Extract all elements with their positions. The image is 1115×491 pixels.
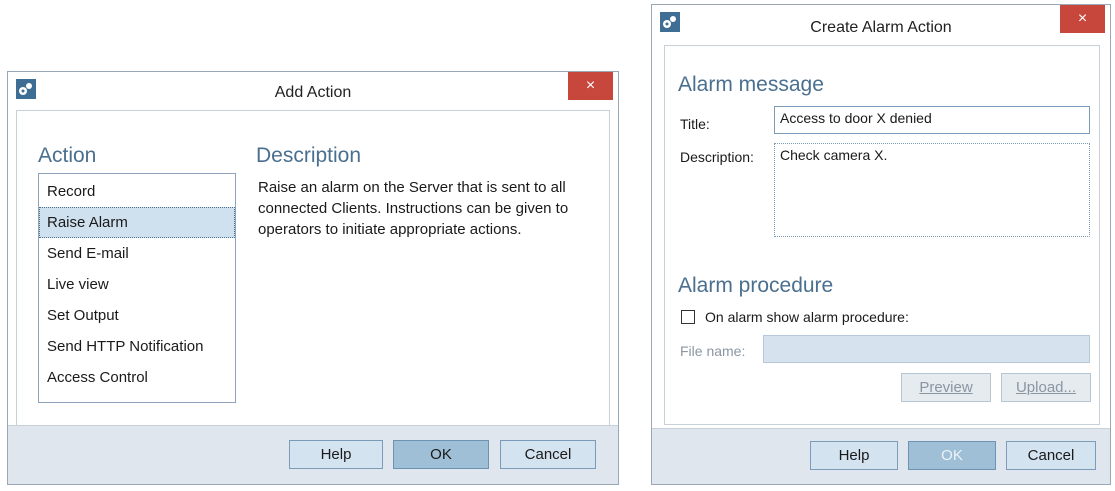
create-alarm-title: Create Alarm Action [810, 19, 952, 36]
list-item-access-control[interactable]: Access Control [39, 362, 235, 393]
action-list[interactable]: Record Raise Alarm Send E-mail Live view… [38, 173, 236, 403]
title-input[interactable]: Access to door X denied [774, 106, 1090, 134]
list-item-send-http-notification[interactable]: Send HTTP Notification [39, 331, 235, 362]
close-button[interactable]: × [1060, 5, 1105, 33]
ok-button[interactable]: OK [393, 440, 489, 469]
add-action-title: Add Action [274, 84, 352, 101]
create-alarm-titlebar: Create Alarm Action × [652, 5, 1110, 43]
description-heading: Description [256, 144, 362, 167]
close-button[interactable]: × [568, 72, 613, 100]
create-alarm-footer: Help OK Cancel [652, 428, 1110, 484]
description-input[interactable]: Check camera X. [774, 143, 1090, 237]
list-item-send-email[interactable]: Send E-mail [39, 238, 235, 269]
add-action-body: Action Description Record Raise Alarm Se… [16, 110, 610, 426]
list-item-raise-alarm[interactable]: Raise Alarm [39, 207, 235, 238]
title-label: Title: [680, 116, 710, 132]
close-icon: × [585, 77, 596, 94]
help-button[interactable]: Help [289, 440, 383, 469]
add-action-footer: Help OK Cancel [8, 425, 618, 484]
preview-label: Preview [919, 379, 973, 396]
list-item-record[interactable]: Record [39, 176, 235, 207]
create-alarm-action-dialog: Create Alarm Action × Alarm message Titl… [651, 4, 1111, 485]
alarm-message-heading: Alarm message [678, 73, 824, 96]
action-description: Raise an alarm on the Server that is sen… [258, 179, 569, 238]
show-procedure-checkbox[interactable] [681, 310, 695, 324]
help-button[interactable]: Help [810, 441, 898, 470]
close-icon: × [1077, 10, 1088, 27]
file-name-label: File name: [680, 343, 746, 359]
cancel-button[interactable]: Cancel [1006, 441, 1096, 470]
file-name-input[interactable] [763, 335, 1090, 363]
alarm-procedure-heading: Alarm procedure [678, 274, 834, 297]
show-procedure-label[interactable]: On alarm show alarm procedure: [705, 309, 909, 325]
upload-label: Upload... [1015, 379, 1077, 396]
list-item-live-view[interactable]: Live view [39, 269, 235, 300]
add-action-titlebar: Add Action × [8, 72, 618, 110]
create-alarm-body: Alarm message Title: Access to door X de… [664, 45, 1100, 425]
add-action-dialog: Add Action × Action Description Record R… [7, 71, 619, 485]
list-item-set-output[interactable]: Set Output [39, 300, 235, 331]
cancel-button[interactable]: Cancel [500, 440, 596, 469]
preview-button[interactable]: Preview [901, 373, 991, 402]
upload-button[interactable]: Upload... [1001, 373, 1091, 402]
action-heading: Action [38, 144, 97, 167]
ok-button[interactable]: OK [908, 441, 996, 470]
description-label: Description: [680, 149, 754, 165]
